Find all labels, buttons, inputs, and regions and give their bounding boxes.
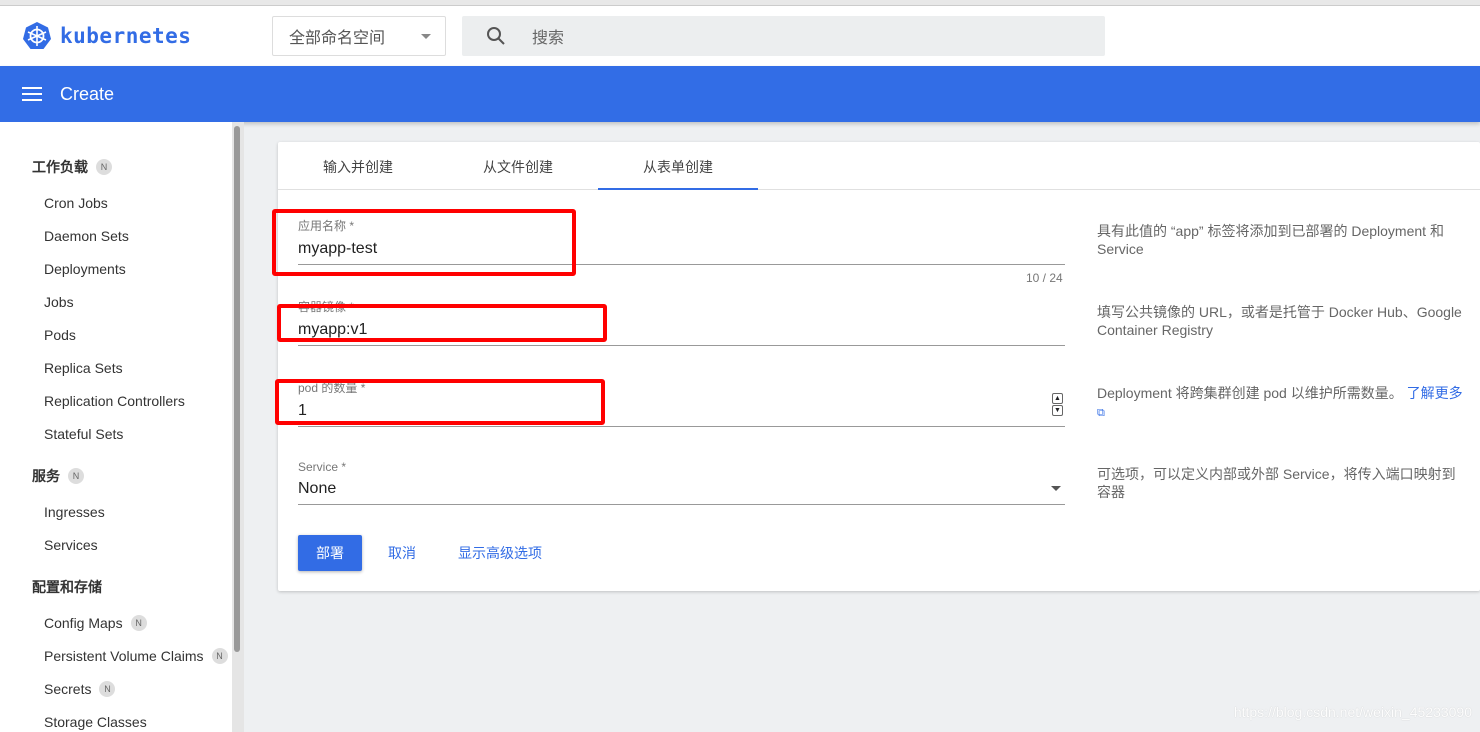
app-name-hint: 具有此值的 “app” 标签将添加到已部署的 Deployment 和 Serv… (1097, 223, 1444, 257)
badge: N (211, 648, 228, 664)
sidebar-section-services[interactable]: 服务 N (32, 466, 84, 486)
service-hint: 可选项，可以定义内部或外部 Service，将传入端口映射到容器 (1097, 466, 1456, 500)
toolbar: Create (0, 66, 1480, 122)
sidebar-item-storage-classes[interactable]: Storage Classes (44, 714, 147, 730)
badge: N (68, 468, 84, 484)
item-label: Config Maps (44, 615, 123, 631)
sidebar-item-jobs[interactable]: Jobs (44, 294, 74, 310)
sidebar-section-workloads[interactable]: 工作负载 N (32, 157, 112, 177)
tab-bar: 输入并创建 从文件创建 从表单创建 (278, 142, 1480, 190)
sidebar: 工作负载 N Cron Jobs Daemon Sets Deployments … (0, 122, 244, 732)
tab-input[interactable]: 输入并创建 (278, 142, 438, 190)
highlight-box-image (277, 304, 607, 342)
sidebar-scrollbar-thumb[interactable] (234, 126, 240, 652)
deploy-button[interactable]: 部署 (298, 535, 362, 571)
badge: N (99, 681, 116, 697)
tab-file[interactable]: 从文件创建 (438, 142, 598, 190)
sidebar-section-config-storage[interactable]: 配置和存储 (32, 577, 102, 597)
sidebar-item-ingresses[interactable]: Ingresses (44, 504, 105, 520)
search-input[interactable]: 搜索 (462, 16, 1105, 56)
hint-text: Deployment 将跨集群创建 pod 以维护所需数量。 (1097, 385, 1403, 401)
sidebar-item-services[interactable]: Services (44, 537, 98, 553)
badge: N (96, 159, 112, 175)
decrement-icon[interactable]: ▼ (1052, 405, 1063, 416)
search-placeholder: 搜索 (532, 30, 565, 47)
dropdown-arrow-icon (1051, 486, 1061, 491)
sidebar-item-config-maps[interactable]: Config Maps N (44, 615, 147, 631)
page-title: Create (60, 83, 115, 104)
sidebar-item-pods[interactable]: Pods (44, 327, 76, 343)
item-label: Secrets (44, 681, 92, 697)
search-icon (487, 27, 505, 45)
char-counter: 10 / 24 (1026, 271, 1063, 285)
menu-icon[interactable] (22, 87, 42, 101)
advanced-options-button[interactable]: 显示高级选项 (448, 535, 552, 571)
pod-count-hint: Deployment 将跨集群创建 pod 以维护所需数量。 了解更多 ⧉ (1097, 384, 1467, 422)
highlight-box-pods (275, 379, 605, 425)
service-select[interactable]: Service * None (298, 460, 1065, 505)
increment-icon[interactable]: ▲ (1052, 393, 1063, 404)
logo-text: kubernetes (60, 24, 192, 48)
item-label: Persistent Volume Claims (44, 648, 204, 664)
header: kubernetes 全部命名空间 搜索 (0, 6, 1480, 66)
namespace-select[interactable]: 全部命名空间 (272, 16, 446, 56)
field-value: None (298, 480, 337, 497)
watermark: https://blog.csdn.net/weixin_45233090 (1233, 704, 1472, 720)
sidebar-item-secrets[interactable]: Secrets N (44, 681, 116, 697)
section-label: 工作负载 (32, 159, 88, 175)
sidebar-item-deployments[interactable]: Deployments (44, 261, 126, 277)
section-label: 服务 (32, 468, 60, 484)
logo[interactable]: kubernetes (22, 21, 191, 51)
highlight-box-app-name (272, 209, 576, 276)
sidebar-item-replica-sets[interactable]: Replica Sets (44, 360, 123, 376)
section-label: 配置和存储 (32, 579, 102, 595)
field-label: Service * (298, 460, 347, 474)
sidebar-item-stateful-sets[interactable]: Stateful Sets (44, 426, 123, 442)
badge: N (130, 615, 147, 631)
number-stepper[interactable]: ▲ ▼ (1052, 393, 1063, 416)
sidebar-item-daemon-sets[interactable]: Daemon Sets (44, 228, 129, 244)
sidebar-item-replication-controllers[interactable]: Replication Controllers (44, 393, 185, 409)
cancel-button[interactable]: 取消 (378, 535, 426, 571)
caret-down-icon (421, 34, 431, 39)
external-link-icon: ⧉ (1097, 407, 1105, 419)
sidebar-item-pvc[interactable]: Persistent Volume Claims N (44, 648, 228, 664)
tab-form[interactable]: 从表单创建 (598, 142, 758, 190)
sidebar-item-cron-jobs[interactable]: Cron Jobs (44, 195, 108, 211)
image-hint: 填写公共镜像的 URL，或者是托管于 Docker Hub、Google Con… (1097, 304, 1462, 338)
kubernetes-logo-icon (23, 22, 51, 49)
namespace-value: 全部命名空间 (289, 30, 386, 47)
